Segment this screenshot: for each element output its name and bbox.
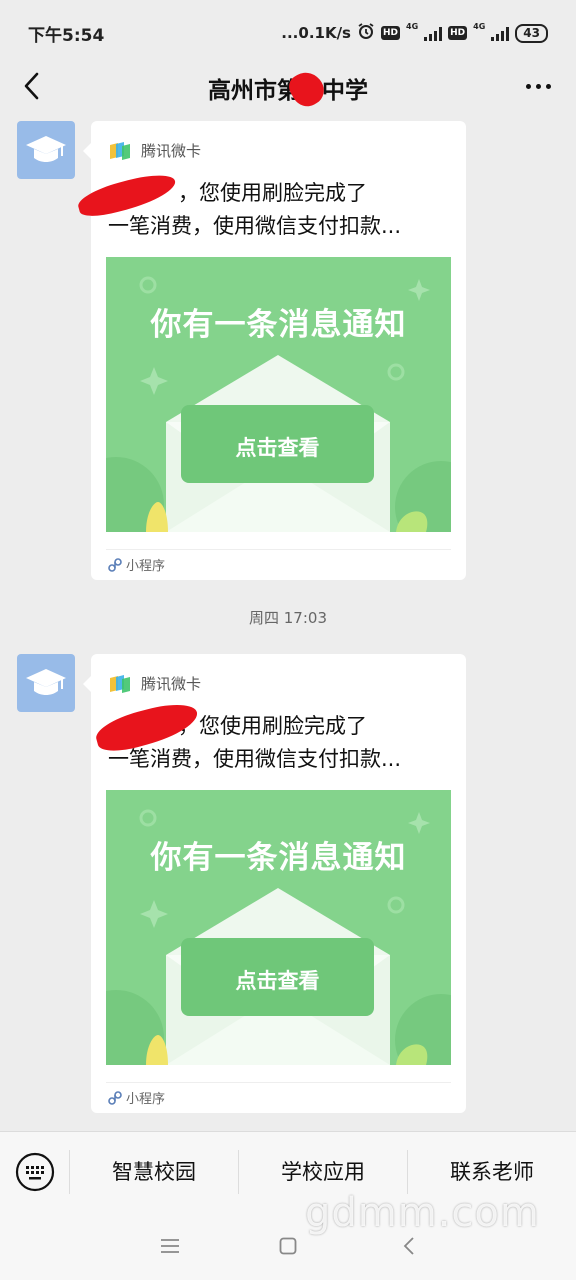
home-button[interactable]	[273, 1231, 303, 1261]
divider	[106, 549, 451, 550]
dot-icon	[535, 83, 541, 89]
image-headline: 你有一条消息通知	[150, 840, 407, 876]
alarm-icon	[357, 22, 375, 44]
view-button[interactable]: 点击查看	[181, 405, 374, 483]
menu-lines-icon	[161, 1239, 179, 1253]
network-type: 4G	[473, 22, 486, 31]
card-text-line2: 一笔消费，使用微信支付扣款...	[108, 747, 402, 771]
mini-program-card[interactable]: 腾讯微卡 ，您使用刷脸完成了 一笔消费，使用微信支付扣款...	[91, 654, 466, 1113]
card-footer-label: 小程序	[126, 559, 166, 574]
status-indicators: ...0.1K/s HD 4G HD 4G 43	[281, 22, 548, 44]
network-speed: ...0.1K/s	[281, 24, 351, 42]
chat-timestamp: 周四 17:03	[249, 609, 327, 627]
back-chevron-icon	[403, 1237, 414, 1255]
card-text-line1-body: 您使用刷脸完成了	[199, 714, 367, 738]
nav-bar: 高州市第 中学	[0, 66, 576, 112]
card-footer: 小程序	[108, 555, 165, 574]
image-headline: 你有一条消息通知	[150, 307, 407, 343]
card-image[interactable]: 你有一条消息通知 点击查看	[106, 257, 451, 532]
battery-indicator: 43	[515, 23, 548, 43]
keyboard-toggle-button[interactable]	[0, 1149, 70, 1194]
status-bar: 下午5:54 ...0.1K/s HD 4G HD 4G 43	[0, 0, 576, 66]
card-source-label: 腾讯微卡	[141, 142, 202, 160]
status-time: 下午5:54	[28, 25, 105, 46]
mini-program-icon	[108, 557, 122, 572]
recent-apps-button[interactable]	[155, 1231, 185, 1261]
card-text-punct: ，	[178, 181, 199, 205]
hd-badge: HD	[380, 26, 400, 40]
bubble-tail	[83, 143, 91, 159]
divider	[106, 1082, 451, 1083]
card-source-label: 腾讯微卡	[141, 675, 202, 693]
more-button[interactable]	[518, 68, 558, 104]
dot-icon	[525, 83, 531, 89]
signal-icon	[491, 26, 510, 41]
mini-program-icon	[108, 1090, 122, 1105]
tencent-weika-logo-icon	[110, 141, 130, 160]
menu-item-contact-teacher[interactable]: 联系老师	[408, 1150, 576, 1194]
hd-badge: HD	[448, 26, 468, 40]
card-source: 腾讯微卡	[108, 673, 201, 694]
page-title-part1: 高州市第	[208, 78, 300, 104]
menu-item-smart-campus[interactable]: 智慧校园	[70, 1149, 239, 1194]
card-text-line2: 一笔消费，使用微信支付扣款...	[108, 214, 402, 238]
card-footer-label: 小程序	[126, 1092, 166, 1107]
page-title-part2: 中学	[322, 78, 368, 104]
bubble-tail	[83, 676, 91, 692]
avatar[interactable]	[17, 654, 75, 712]
avatar[interactable]	[17, 121, 75, 179]
watermark: gdmm.com	[305, 1190, 540, 1236]
graduation-cap-icon	[26, 136, 66, 162]
dot-icon	[545, 83, 551, 89]
menu-item-school-apps[interactable]: 学校应用	[239, 1149, 408, 1194]
mini-program-card[interactable]: 腾讯微卡 ，您使用刷脸完成了 一笔消费，使用微信支付扣款...	[75, 121, 466, 580]
keyboard-icon	[15, 1152, 54, 1191]
view-button[interactable]: 点击查看	[181, 938, 374, 1016]
network-type: 4G	[406, 22, 419, 31]
tencent-weika-logo-icon	[110, 674, 130, 693]
card-source: 腾讯微卡	[108, 140, 201, 161]
card-text-line1-body: 您使用刷脸完成了	[199, 181, 367, 205]
card-image[interactable]: 你有一条消息通知 点击查看	[106, 790, 451, 1065]
signal-icon	[424, 26, 443, 41]
home-square-icon	[279, 1237, 297, 1255]
graduation-cap-icon	[26, 669, 66, 695]
card-footer: 小程序	[108, 1088, 165, 1107]
